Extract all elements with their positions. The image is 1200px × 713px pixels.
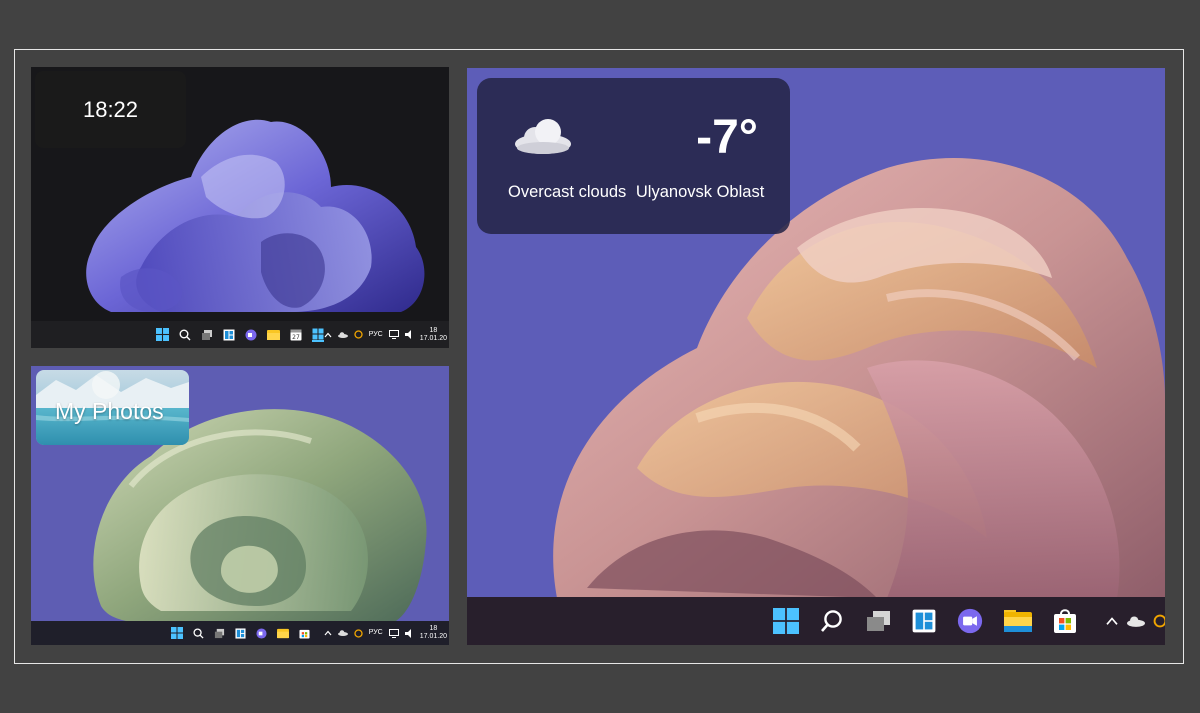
start-icon[interactable] — [773, 608, 799, 634]
sync-status-icon[interactable] — [354, 330, 363, 339]
tray-clock[interactable]: 18 17.01.20 — [420, 625, 447, 641]
weather-condition: Overcast clouds — [508, 183, 627, 201]
photos-desktop-preview: My Photos РУС 18 17.01.20 — [31, 366, 449, 645]
taskbar — [467, 597, 1165, 645]
language-indicator[interactable]: РУС — [369, 629, 383, 637]
language-indicator[interactable]: РУС — [369, 331, 383, 339]
file-explorer-icon[interactable] — [267, 329, 280, 341]
volume-icon[interactable] — [404, 330, 414, 339]
store-icon[interactable] — [298, 628, 310, 639]
chat-icon[interactable] — [957, 608, 983, 634]
photos-widget-label: My Photos — [55, 398, 164, 424]
onedrive-cloud-icon[interactable] — [337, 630, 348, 636]
system-tray: РУС 18 17.01.20 — [324, 621, 447, 645]
file-explorer-icon[interactable] — [1004, 609, 1032, 633]
weather-location: Ulyanovsk Oblast — [635, 183, 765, 201]
clock-widget[interactable]: 18:22 — [35, 71, 186, 148]
chat-icon[interactable] — [255, 627, 267, 639]
search-icon[interactable] — [820, 609, 844, 633]
tray-time: 18 — [429, 326, 438, 334]
sync-status-icon[interactable] — [1153, 614, 1165, 628]
store-icon[interactable] — [1053, 608, 1077, 634]
chevron-up-icon[interactable] — [1105, 616, 1119, 626]
taskbar: РУС 18 17.01.20 — [31, 621, 449, 645]
weather-desktop-preview: -7° Overcast clouds Ulyanovsk Oblast — [467, 68, 1165, 645]
tray-date: 17.01.20 — [419, 633, 447, 640]
weather-widget[interactable]: -7° Overcast clouds Ulyanovsk Oblast — [477, 78, 790, 234]
svg-text:27: 27 — [292, 334, 300, 341]
widgets-icon[interactable] — [912, 609, 936, 633]
chat-icon[interactable] — [245, 329, 257, 341]
photos-widget[interactable]: My Photos — [36, 370, 189, 445]
calendar-icon[interactable]: 27 — [290, 329, 302, 341]
onedrive-cloud-icon[interactable] — [337, 331, 348, 338]
system-tray: РУС 18 17.01.20 — [324, 321, 447, 348]
weather-description: Overcast clouds Ulyanovsk Oblast — [508, 183, 764, 202]
volume-icon[interactable] — [404, 628, 414, 638]
chevron-up-icon[interactable] — [324, 630, 332, 636]
cloud-icon — [515, 119, 571, 154]
task-view-icon[interactable] — [865, 609, 891, 633]
search-icon[interactable] — [179, 329, 191, 341]
store-icon[interactable] — [312, 328, 324, 342]
start-icon[interactable] — [156, 328, 169, 341]
display-icon[interactable] — [388, 330, 399, 339]
widgets-icon[interactable] — [234, 627, 246, 639]
weather-temperature: -7° — [696, 111, 758, 164]
system-tray — [1105, 597, 1165, 645]
display-icon[interactable] — [388, 628, 399, 638]
clock-time: 18:22 — [82, 96, 139, 122]
taskbar: 27 РУС 18 17.01.20 — [31, 321, 449, 348]
file-explorer-icon[interactable] — [276, 628, 289, 639]
task-view-icon[interactable] — [214, 628, 225, 639]
taskbar-apps — [467, 597, 1165, 645]
tray-clock[interactable]: 18 17.01.20 — [420, 327, 447, 343]
dark-desktop-preview: 18:22 27 РУС 18 17.01.20 — [31, 67, 449, 348]
task-view-icon[interactable] — [201, 329, 213, 341]
onedrive-cloud-icon[interactable] — [1127, 615, 1145, 627]
start-icon[interactable] — [170, 627, 183, 639]
tray-time: 18 — [429, 625, 438, 632]
chevron-up-icon[interactable] — [324, 332, 332, 338]
widgets-icon[interactable] — [223, 329, 235, 341]
sync-status-icon[interactable] — [354, 628, 363, 638]
tray-date: 17.01.20 — [419, 334, 447, 342]
search-icon[interactable] — [192, 627, 204, 639]
